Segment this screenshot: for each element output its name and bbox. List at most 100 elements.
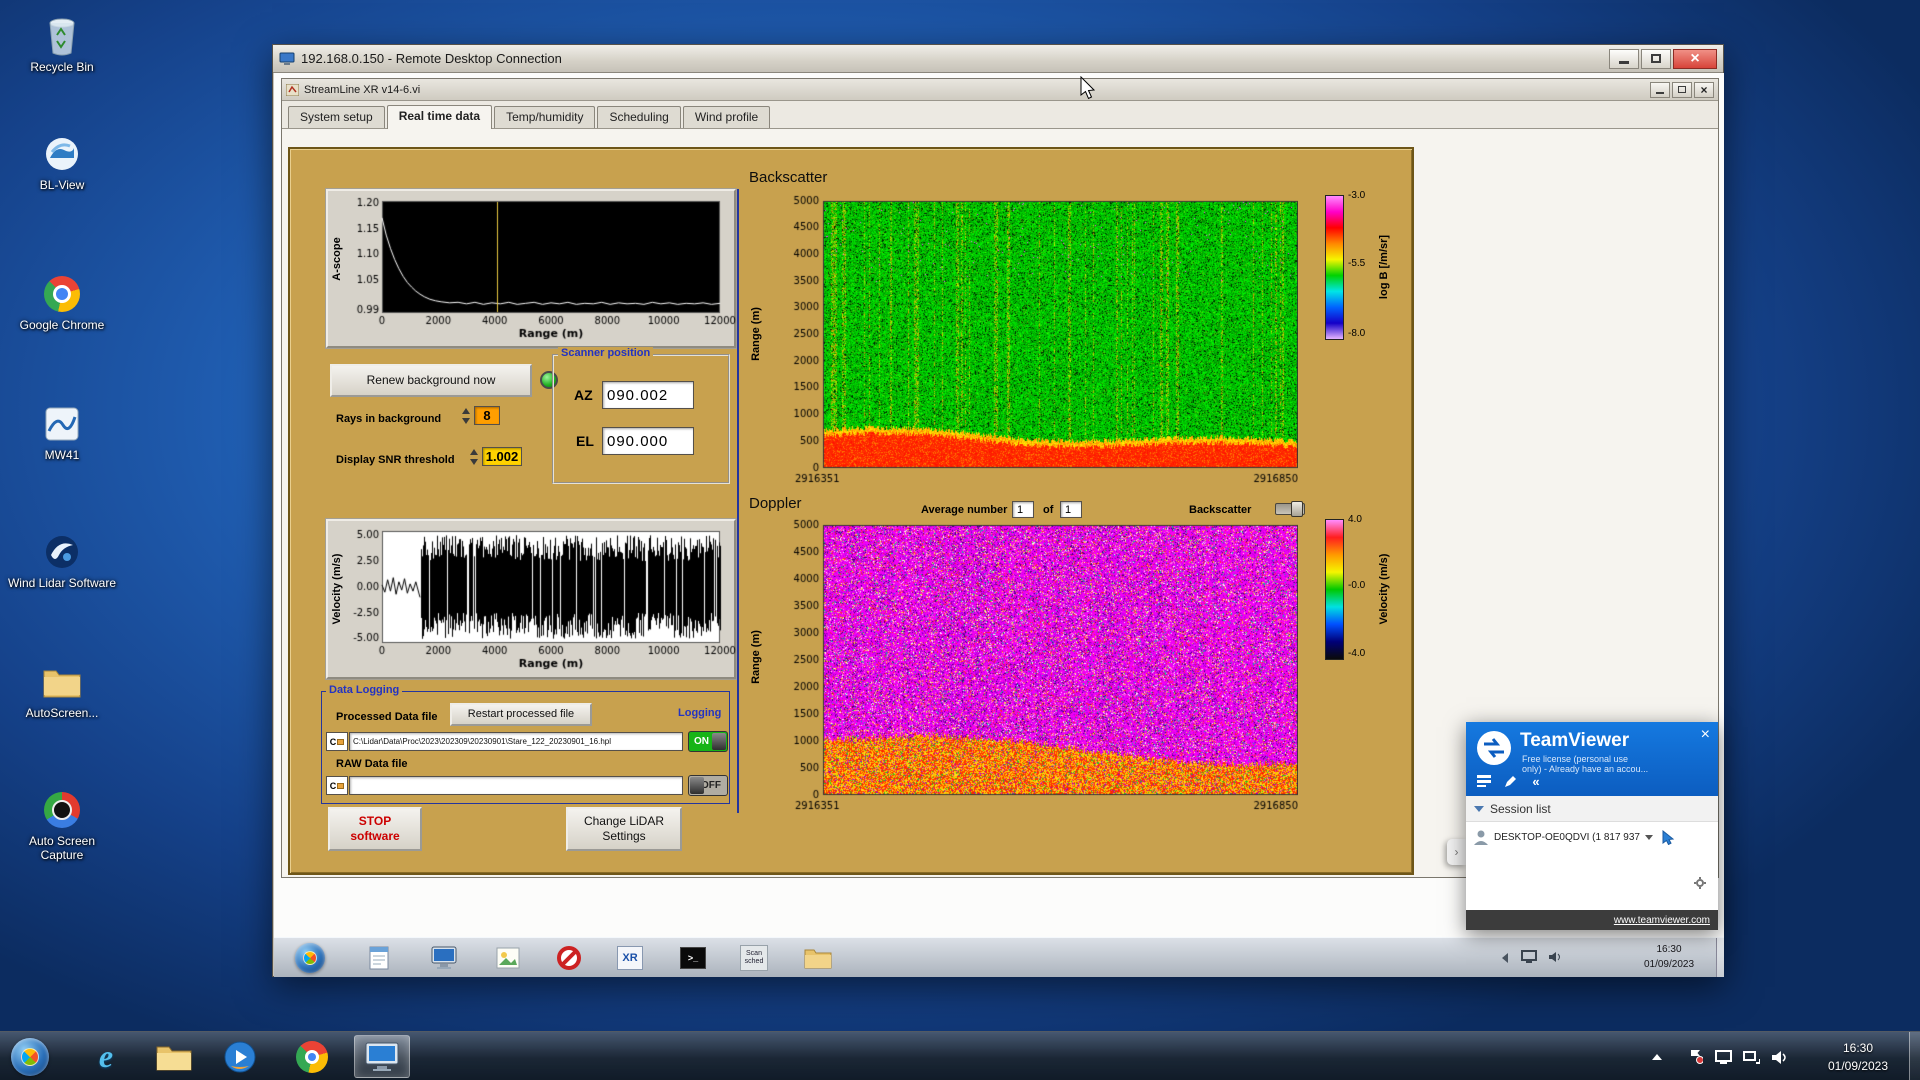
remote-taskbar-command-prompt-icon[interactable]: >_ bbox=[677, 942, 709, 974]
tab-temp-humidity[interactable]: Temp/humidity bbox=[494, 106, 595, 128]
raw-path-field[interactable] bbox=[349, 776, 683, 795]
backscatter-heatmap bbox=[777, 195, 1298, 491]
rays-spinner[interactable] bbox=[462, 407, 471, 425]
app-window-title: StreamLine XR v14-6.vi bbox=[304, 84, 1648, 96]
network-icon[interactable] bbox=[1740, 1047, 1762, 1067]
start-button[interactable] bbox=[4, 1035, 56, 1078]
tab-scheduling[interactable]: Scheduling bbox=[597, 106, 680, 128]
desktop-icon-label: Google Chrome bbox=[6, 319, 118, 333]
rdp-maximize-button[interactable] bbox=[1641, 49, 1671, 69]
stop-software-button[interactable]: STOP software bbox=[328, 807, 422, 851]
mouse-cursor bbox=[1080, 76, 1098, 102]
app-restore-button[interactable] bbox=[1672, 82, 1692, 98]
rdp-minimize-button[interactable] bbox=[1609, 49, 1639, 69]
el-value-field[interactable]: 090.000 bbox=[602, 427, 694, 455]
connect-cursor-icon[interactable] bbox=[1661, 830, 1676, 845]
desktop-icon-auto-screen-capture[interactable]: Auto Screen Capture bbox=[6, 788, 118, 863]
colorbar-tick: -4.0 bbox=[1348, 648, 1365, 659]
remote-taskbar-pictures-icon[interactable] bbox=[492, 942, 524, 974]
taskbar-internet-explorer[interactable] bbox=[78, 1035, 134, 1078]
el-label: EL bbox=[576, 433, 594, 449]
remote-start-button[interactable] bbox=[294, 942, 326, 974]
app-close-button[interactable] bbox=[1694, 82, 1714, 98]
renew-background-button[interactable]: Renew background now bbox=[330, 364, 532, 397]
session-list-row[interactable]: Session list bbox=[1466, 796, 1718, 822]
wind-lidar-icon bbox=[6, 530, 118, 574]
user-icon bbox=[1474, 830, 1488, 845]
teamviewer-website-link[interactable]: www.teamviewer.com bbox=[1614, 915, 1710, 926]
snr-value-field[interactable]: 1.002 bbox=[482, 447, 522, 466]
windows-start-orb-icon bbox=[295, 943, 325, 973]
average-count-field[interactable]: 1 bbox=[1060, 501, 1082, 518]
rdp-close-button[interactable] bbox=[1673, 49, 1717, 69]
tab-wind-profile[interactable]: Wind profile bbox=[683, 106, 770, 128]
desktop-icon-bl-view[interactable]: BL-View bbox=[6, 132, 118, 193]
session-dropdown-icon[interactable] bbox=[1645, 835, 1653, 840]
show-hidden-icons-button[interactable] bbox=[1652, 1054, 1662, 1060]
desktop-icon-mw41[interactable]: MW41 bbox=[6, 402, 118, 463]
desktop-icon-label: AutoScreen... bbox=[6, 707, 118, 721]
desktop-icon-autoscreen[interactable]: AutoScreen... bbox=[6, 660, 118, 721]
snr-spinner[interactable] bbox=[470, 448, 479, 466]
remote-taskbar-scan-scheduler-icon[interactable]: Scan sched bbox=[738, 942, 770, 974]
tab-strip: System setup Real time data Temp/humidit… bbox=[282, 101, 1718, 129]
app-titlebar[interactable]: StreamLine XR v14-6.vi bbox=[282, 79, 1718, 101]
az-value-field[interactable]: 090.002 bbox=[602, 381, 694, 409]
remote-taskbar-power-off-icon[interactable] bbox=[553, 942, 585, 974]
bl-view-icon bbox=[6, 132, 118, 176]
collapse-chevrons-icon[interactable]: « bbox=[1526, 772, 1546, 790]
display-tray-icon[interactable] bbox=[1712, 1047, 1734, 1067]
processed-data-file-label: Processed Data file bbox=[336, 711, 438, 723]
whiteboard-pen-icon[interactable] bbox=[1500, 772, 1520, 790]
raw-logging-toggle[interactable]: OFF bbox=[688, 775, 728, 796]
rays-value-field[interactable]: 8 bbox=[474, 406, 500, 425]
show-desktop-button[interactable] bbox=[1909, 1032, 1920, 1080]
remote-tray-expand-icon[interactable] bbox=[1502, 953, 1508, 963]
remote-tray-volume-icon[interactable] bbox=[1544, 946, 1566, 968]
session-view-icon[interactable] bbox=[1474, 772, 1494, 790]
change-lidar-settings-button[interactable]: Change LiDAR Settings bbox=[566, 807, 682, 851]
restart-processed-file-button[interactable]: Restart processed file bbox=[450, 703, 592, 726]
processed-path-field[interactable]: C:\Lidar\Data\Proc\2023\202309\20230901\… bbox=[349, 732, 683, 751]
backscatter-y-axis-label: Range (m) bbox=[750, 307, 762, 361]
teamviewer-close-button[interactable]: × bbox=[1701, 726, 1710, 744]
raw-path-drive-button[interactable]: C bbox=[326, 776, 348, 795]
remote-desktop-icon bbox=[364, 1041, 400, 1073]
taskbar-media-player[interactable] bbox=[212, 1035, 268, 1078]
remote-taskbar-notepad-icon[interactable] bbox=[363, 942, 395, 974]
remote-taskbar-clock[interactable]: 16:30 01/09/2023 bbox=[1626, 942, 1712, 972]
desktop-icon-recycle-bin[interactable]: Recycle Bin bbox=[6, 14, 118, 75]
processed-path-drive-button[interactable]: C bbox=[326, 732, 348, 751]
explorer-folder-icon bbox=[155, 1042, 193, 1072]
taskbar-windows-explorer[interactable] bbox=[146, 1035, 202, 1078]
session-list-item[interactable]: DESKTOP-OE0QDVI (1 817 937 bbox=[1466, 822, 1718, 852]
desktop-icon-wind-lidar-software[interactable]: Wind Lidar Software bbox=[6, 530, 118, 591]
rays-in-background-label: Rays in background bbox=[336, 413, 441, 425]
remote-show-desktop-button[interactable] bbox=[1716, 938, 1724, 977]
gear-icon[interactable] bbox=[1694, 877, 1708, 890]
remote-taskbar-computer-icon[interactable] bbox=[428, 942, 460, 974]
remote-tray-display-icon[interactable] bbox=[1518, 946, 1540, 968]
teamviewer-panel: TeamViewer Free license (personal use on… bbox=[1466, 722, 1718, 930]
average-number-field[interactable]: 1 bbox=[1012, 501, 1034, 518]
remote-taskbar-folder-icon[interactable] bbox=[802, 942, 834, 974]
doppler-heatmap bbox=[777, 519, 1298, 819]
backscatter-display-toggle[interactable] bbox=[1275, 503, 1305, 515]
app-minimize-button[interactable] bbox=[1650, 82, 1670, 98]
desktop-icon-label: Recycle Bin bbox=[6, 61, 118, 75]
taskbar-google-chrome[interactable] bbox=[284, 1035, 340, 1078]
volume-icon[interactable] bbox=[1768, 1047, 1790, 1067]
teamviewer-collapse-handle[interactable]: › bbox=[1447, 839, 1466, 865]
desktop-icon-label: MW41 bbox=[6, 449, 118, 463]
remote-taskbar-streamline-xr-icon[interactable]: XR bbox=[614, 942, 646, 974]
teamviewer-footer: www.teamviewer.com bbox=[1466, 910, 1718, 930]
tab-system-setup[interactable]: System setup bbox=[288, 106, 385, 128]
rdp-titlebar[interactable]: 192.168.0.150 - Remote Desktop Connectio… bbox=[273, 45, 1723, 73]
scanner-position-group bbox=[552, 354, 730, 484]
tab-real-time-data[interactable]: Real time data bbox=[387, 105, 492, 129]
action-center-flag-icon[interactable] bbox=[1684, 1047, 1706, 1067]
desktop-icon-google-chrome[interactable]: Google Chrome bbox=[6, 272, 118, 333]
processed-logging-toggle[interactable]: ON bbox=[688, 731, 728, 752]
taskbar-remote-desktop-active[interactable] bbox=[354, 1035, 410, 1078]
taskbar-clock[interactable]: 16:30 01/09/2023 bbox=[1810, 1039, 1906, 1075]
